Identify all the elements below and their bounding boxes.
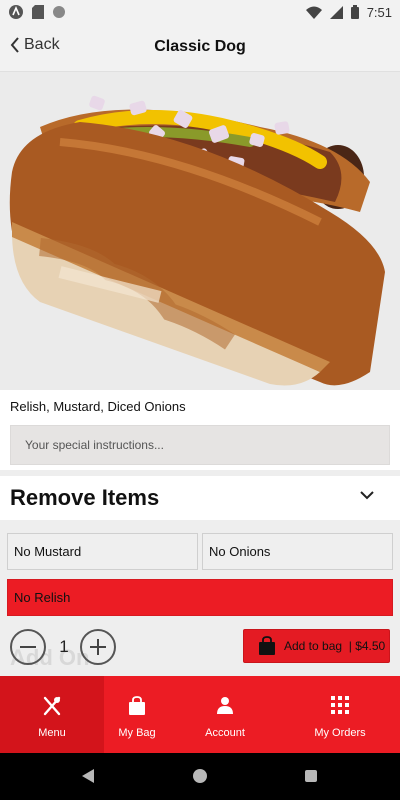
page-title: Classic Dog [154, 38, 246, 55]
quantity-decrement-button[interactable] [10, 629, 46, 665]
tab-label: Menu [38, 727, 66, 739]
status-bar: 7:51 [0, 0, 400, 24]
back-button[interactable]: Back [10, 36, 60, 54]
add-to-bag-label: Add to bag | $4.50 [284, 639, 386, 653]
chevron-down-icon[interactable] [360, 490, 374, 500]
hot-dog-image [9, 95, 385, 386]
tab-account[interactable]: Account [170, 676, 280, 753]
option-no-onions[interactable]: No Onions [202, 533, 393, 570]
plus-icon [90, 639, 106, 655]
nav-recent-apps-icon[interactable] [305, 770, 317, 782]
tab-my-orders[interactable]: My Orders [280, 676, 400, 753]
product-image [0, 72, 400, 390]
grid-icon [331, 696, 349, 714]
tab-menu[interactable]: Menu [0, 676, 104, 753]
status-time: 7:51 [366, 4, 392, 20]
tab-label: Account [205, 727, 245, 739]
option-no-mustard[interactable]: No Mustard [7, 533, 198, 570]
option-label: No Onions [209, 544, 271, 559]
android-nav-bar [0, 753, 400, 800]
battery-icon [350, 5, 359, 19]
option-label: No Relish [14, 590, 71, 605]
nav-back-icon[interactable] [81, 769, 95, 783]
bag-icon [129, 696, 145, 715]
product-description: Relish, Mustard, Diced Onions [10, 399, 186, 414]
wifi-icon [305, 6, 322, 19]
tab-bar: Menu My Bag Account My Orders [0, 676, 400, 753]
back-label: Back [24, 36, 60, 53]
add-to-bag-price: $4.50 [355, 639, 386, 653]
person-icon [217, 697, 233, 714]
sd-card-icon [32, 5, 44, 19]
tab-label: My Bag [118, 727, 156, 739]
add-to-bag-button[interactable]: Add to bag | $4.50 [243, 629, 390, 663]
option-label: No Mustard [14, 544, 82, 559]
status-right: 7:51 [305, 4, 392, 20]
utensils-icon [43, 696, 61, 716]
special-instructions-input[interactable] [10, 425, 390, 465]
add-to-bag-text: Add to bag [284, 639, 343, 653]
quantity-increment-button[interactable] [80, 629, 116, 665]
options-area: No Mustard No Onions No Relish Add On 1 … [0, 520, 400, 676]
option-no-relish[interactable]: No Relish [7, 579, 393, 616]
tab-label: My Orders [314, 727, 366, 739]
chevron-left-icon [10, 37, 19, 53]
circle-icon [53, 6, 65, 18]
quantity-value: 1 [59, 637, 69, 656]
app-icon [9, 5, 23, 19]
remove-items-title: Remove Items [10, 485, 160, 510]
nav-home-icon[interactable] [193, 769, 207, 783]
nav-header: Back Classic Dog [0, 24, 400, 72]
tab-my-bag[interactable]: My Bag [104, 676, 170, 753]
status-left [8, 4, 66, 20]
minus-icon [20, 646, 36, 648]
shopping-bag-icon [259, 636, 275, 655]
remove-items-header[interactable]: Remove Items [0, 476, 400, 520]
signal-icon [329, 5, 343, 19]
